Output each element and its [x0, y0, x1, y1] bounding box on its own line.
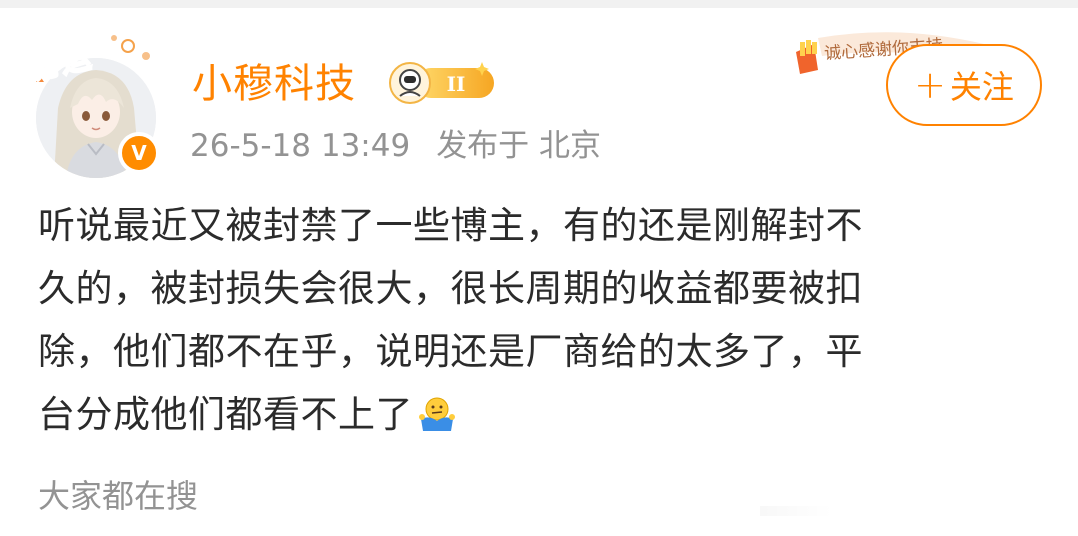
- verified-icon: V: [118, 132, 160, 174]
- post-line-2: 久的，被封损失会很大，很长周期的收益都要被扣: [38, 267, 863, 310]
- bottom-fade-overlay: [700, 488, 1078, 536]
- post-content: 听说最近又被封禁了一些博主，有的还是刚解封不 久的，被封损失会很大，很长周期的收…: [38, 194, 1048, 446]
- post-meta: 26-5-18 13:49 发布于 北京: [190, 124, 601, 168]
- post-line-1: 听说最近又被封禁了一些博主，有的还是刚解封不: [38, 204, 863, 247]
- shrug-emoji-icon: [419, 397, 455, 431]
- post-line-3: 除，他们都不在乎，说明还是厂商给的太多了，平: [38, 330, 863, 373]
- follow-button-label: 关注: [949, 68, 1014, 106]
- post-timestamp: 26-5-18 13:49: [190, 128, 411, 164]
- avatar-container[interactable]: 好运 V: [28, 30, 168, 178]
- plus-icon: +: [914, 63, 946, 107]
- post-line-4-text: 台分成他们都看不上了: [38, 393, 413, 436]
- level-badge-icon: II: [389, 62, 494, 104]
- follow-button[interactable]: + 关注: [886, 44, 1042, 126]
- level-badge-text: II: [447, 72, 466, 96]
- post-line-4: 台分成他们都看不上了: [38, 383, 1048, 446]
- top-divider: [0, 0, 1078, 8]
- post-location: 发布于 北京: [436, 128, 602, 164]
- trending-search-label[interactable]: 大家都在搜: [38, 472, 198, 520]
- username[interactable]: 小穆科技: [192, 56, 356, 112]
